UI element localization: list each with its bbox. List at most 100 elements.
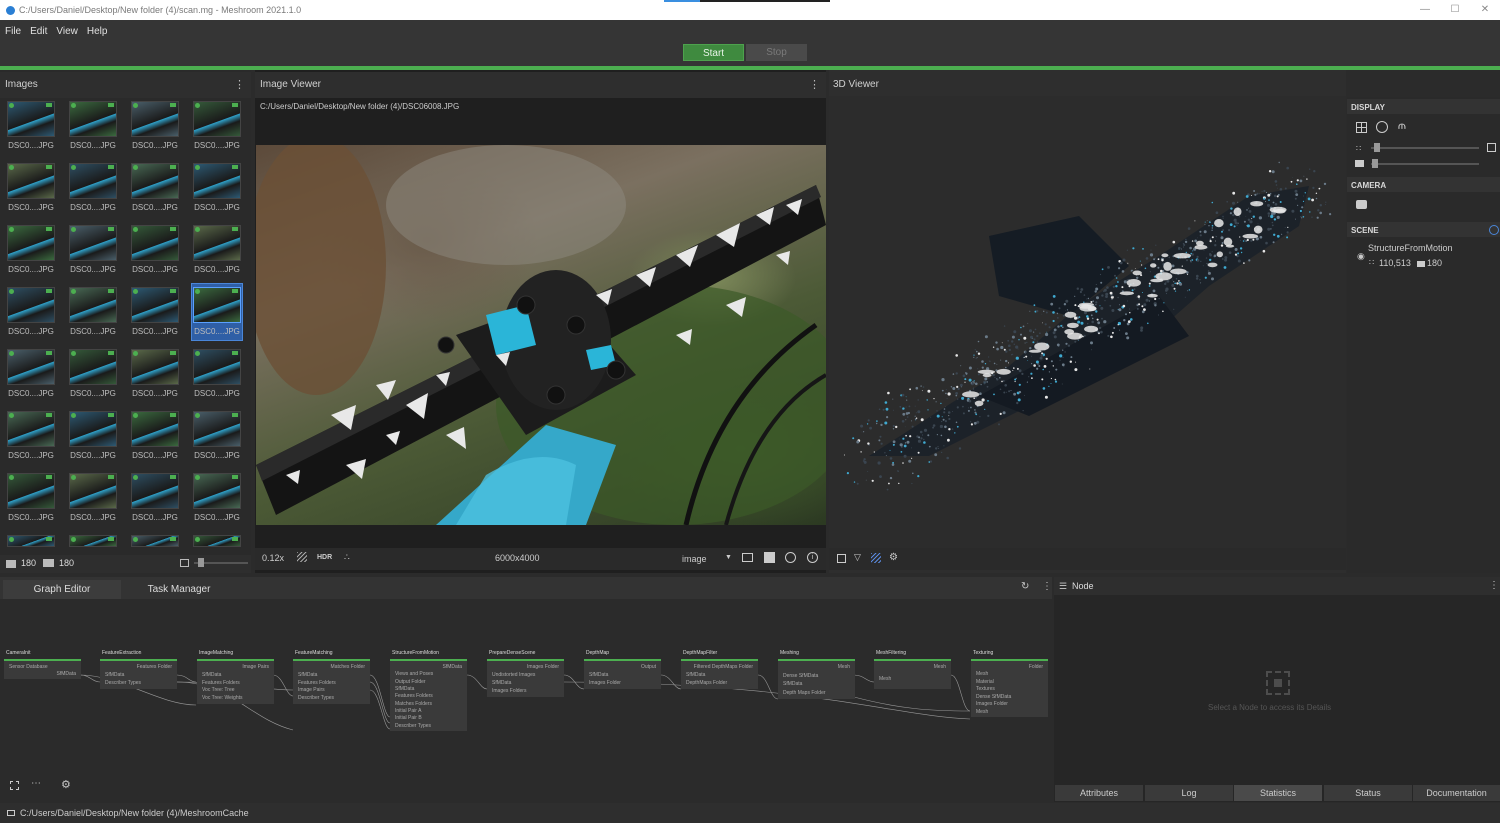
stop-button[interactable]: Stop — [746, 44, 807, 61]
frustum-icon[interactable]: ▽ — [854, 552, 861, 563]
graph-node-port[interactable]: SfMData — [202, 672, 221, 678]
image-thumbnail[interactable]: DSC0....JPG — [192, 470, 242, 526]
graph-node-port[interactable]: Voc Tree: Tree — [202, 687, 235, 693]
image-thumbnail[interactable]: DSC0....JPG — [130, 408, 180, 464]
scene-info-icon[interactable] — [1489, 225, 1499, 235]
graph-node-port[interactable]: SfMData — [783, 681, 802, 687]
graph-menu-icon[interactable]: ⋮ — [1042, 581, 1052, 592]
graph-node-port[interactable]: SfMData — [589, 672, 608, 678]
graph-node-port[interactable]: Initial Pair B — [395, 715, 422, 721]
image-viewer-canvas[interactable] — [256, 145, 826, 525]
graph-node[interactable]: FeatureExtraction Features Folder SfMData D… — [100, 649, 179, 689]
menu-edit[interactable]: Edit — [30, 26, 47, 37]
point-size-handle[interactable] — [1374, 143, 1380, 152]
graph-node-port[interactable]: Material — [976, 679, 994, 685]
graph-node-port[interactable]: Describer Types — [395, 723, 431, 729]
graph-node-port[interactable]: SfMData — [686, 672, 705, 678]
image-thumbnail[interactable]: DSC0....JPG — [192, 346, 242, 402]
image-thumbnail[interactable]: DSC0....JPG — [130, 222, 180, 278]
graph-node-port[interactable]: Describer Types — [105, 680, 141, 686]
image-thumbnail[interactable]: DSC0....JPG — [6, 284, 56, 340]
graph-node[interactable]: Texturing Folder Mesh Material Textures Dense… — [971, 649, 1050, 717]
graph-node-port[interactable]: Output — [641, 664, 656, 670]
graph-node-port[interactable]: Folder — [1029, 664, 1043, 670]
bbox-icon[interactable] — [837, 554, 846, 563]
graph-node-port[interactable]: DepthMaps Folder — [686, 680, 727, 686]
graph-node-port[interactable]: SfMData — [443, 664, 462, 670]
image-thumbnail[interactable]: DSC0....JPG — [192, 222, 242, 278]
graph-node-port[interactable]: Mesh — [976, 671, 988, 677]
graph-node[interactable]: FeatureMatching Matches Folder SfMData Feat… — [293, 649, 372, 704]
histogram-hatch-icon[interactable] — [297, 552, 307, 562]
graph-settings-icon[interactable]: ⚙ — [61, 778, 71, 791]
graph-node-port[interactable]: SfMData — [105, 672, 124, 678]
tab-log[interactable]: Log — [1145, 785, 1233, 801]
graph-node-port[interactable]: Describer Types — [298, 695, 334, 701]
graph-node-port[interactable]: Dense SfMData — [783, 673, 818, 679]
graph-node[interactable]: DepthMapFilter Filtered DepthMaps Folder S… — [681, 649, 760, 689]
fit-view-icon[interactable] — [10, 781, 19, 790]
graph-node[interactable]: ImageMatching Image Pairs SfMData Features … — [197, 649, 276, 704]
hdr-toggle[interactable]: HDR — [317, 554, 332, 561]
folder-icon[interactable] — [7, 810, 15, 816]
graph-node-port[interactable]: Textures — [976, 686, 995, 692]
graph-node-port[interactable]: Views and Poses — [395, 671, 433, 677]
menu-help[interactable]: Help — [87, 26, 108, 37]
globe-icon[interactable] — [785, 552, 796, 563]
graph-node[interactable]: MeshFiltering Mesh Mesh — [874, 649, 953, 689]
intrinsics-icon[interactable] — [180, 559, 189, 567]
image-thumbnail[interactable]: DSC0....JPG — [6, 98, 56, 154]
image-thumbnail[interactable]: DSC0....JPG — [68, 160, 118, 216]
graph-node-port[interactable]: Image Pairs — [242, 664, 269, 670]
camera-scale-slider[interactable] — [1371, 163, 1479, 165]
more-icon[interactable]: ⋯ — [31, 778, 41, 789]
image-mode-select[interactable]: image — [682, 554, 707, 564]
graph-node[interactable]: CameraInit Sensor Database SfMData — [4, 649, 83, 679]
grid-icon[interactable] — [871, 553, 881, 563]
image-thumbnail[interactable]: DSC0....JPG — [130, 284, 180, 340]
graph-node-port[interactable]: Mesh — [838, 664, 850, 670]
image-thumbnail[interactable]: DSC0....JPG — [130, 470, 180, 526]
image-thumbnail[interactable]: DSC0....JPG — [130, 98, 180, 154]
image-thumbnail[interactable]: DSC0....JPG — [6, 222, 56, 278]
image-thumbnail[interactable]: DSC0....JPG — [6, 408, 56, 464]
eye-icon[interactable]: ◉ — [1357, 251, 1365, 262]
images-menu-icon[interactable]: ⋮ — [234, 72, 245, 98]
graph-node-port[interactable]: Initial Pair A — [395, 708, 421, 714]
graph-node-port[interactable]: SfMData — [298, 672, 317, 678]
graph-node-port[interactable]: SfMData — [57, 671, 76, 677]
tab-documentation[interactable]: Documentation — [1413, 785, 1500, 801]
image-thumbnail[interactable]: DSC0....JPG — [68, 284, 118, 340]
image-thumbnail[interactable]: DSC0....JPG — [192, 98, 242, 154]
graph-node[interactable]: PrepareDenseScene Images Folder Undistorte… — [487, 649, 566, 697]
image-thumbnail[interactable]: DSC0....JPG — [68, 98, 118, 154]
graph-node[interactable]: StructureFromMotion SfMData Views and Pose… — [390, 649, 469, 731]
image-thumbnail[interactable]: DSC0....JPG — [68, 346, 118, 402]
tab-attributes[interactable]: Attributes — [1055, 785, 1143, 801]
graph-node-port[interactable]: Images Folder — [589, 680, 621, 686]
image-thumbnail[interactable]: DSC0....JPG — [68, 222, 118, 278]
image-thumbnail[interactable]: DSC0....JPG — [130, 160, 180, 216]
graph-node-port[interactable]: Features Folder — [137, 664, 172, 670]
stats-icon[interactable] — [764, 552, 775, 563]
graph-node-port[interactable]: Sensor Database — [9, 664, 48, 670]
fixed-size-icon[interactable] — [1487, 143, 1496, 152]
features-icon[interactable]: ∴ — [344, 552, 350, 563]
graph-node-port[interactable]: Features Folders — [298, 680, 336, 686]
tab-graph-editor[interactable]: Graph Editor — [3, 580, 121, 599]
fit-icon[interactable] — [742, 553, 753, 562]
graph-node-port[interactable]: Mesh — [976, 709, 988, 715]
graph-node-port[interactable]: Features Folders — [395, 693, 433, 699]
maximize-icon[interactable]: ☐ — [1440, 0, 1470, 20]
point-size-slider[interactable] — [1371, 147, 1479, 149]
camera-scale-handle[interactable] — [1372, 159, 1378, 168]
graph-node-port[interactable]: Image Pairs — [298, 687, 325, 693]
image-thumbnail[interactable]: DSC0....JPG — [6, 160, 56, 216]
target-icon[interactable] — [1376, 121, 1388, 133]
graph-node-port[interactable]: Mesh — [934, 664, 946, 670]
graph-node-port[interactable]: Matches Folder — [331, 664, 365, 670]
chevron-down-icon[interactable]: ▼ — [725, 554, 732, 561]
3d-viewer-canvas[interactable] — [829, 96, 1346, 548]
start-button[interactable]: Start — [683, 44, 744, 61]
graph-node-port[interactable]: Matches Folders — [395, 701, 432, 707]
